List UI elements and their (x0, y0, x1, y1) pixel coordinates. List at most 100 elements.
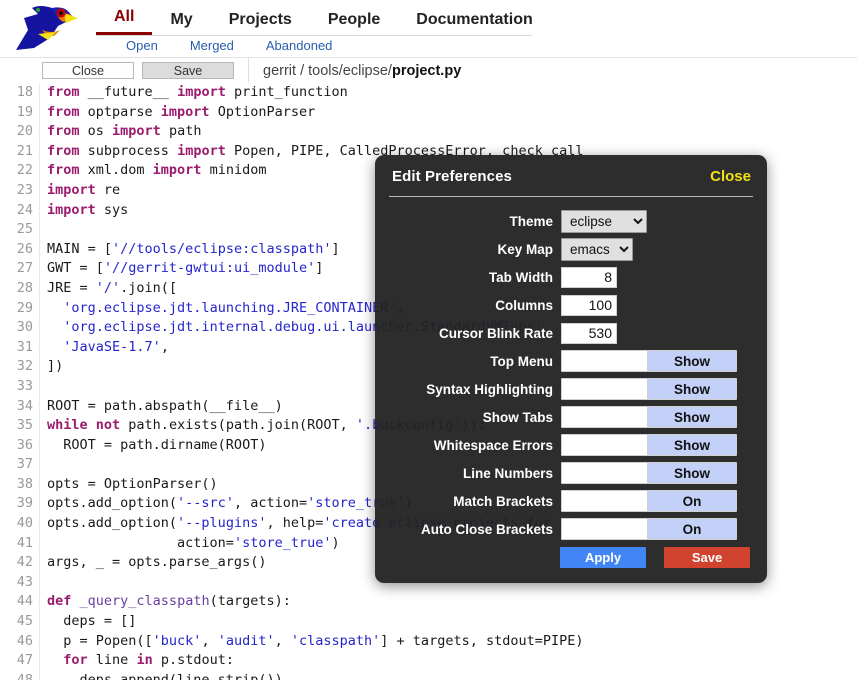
line-number: 21 (0, 141, 40, 162)
code-line: 48 deps.append(line.strip()) (0, 670, 857, 680)
line-source[interactable]: from os import path (40, 122, 857, 142)
line-source[interactable]: from __future__ import print_function (40, 83, 857, 103)
line-number: 39 (0, 494, 40, 515)
code-token: , help= (266, 515, 324, 532)
code-token: in (136, 652, 153, 669)
toggle-off-half[interactable] (562, 519, 647, 539)
apply-button[interactable]: Apply (560, 547, 646, 568)
toggle-on-half[interactable]: Show (647, 351, 736, 371)
toggle-on-half[interactable]: Show (647, 379, 736, 399)
code-token: import (177, 84, 226, 100)
nav-tab-projects[interactable]: Projects (211, 11, 310, 35)
line-source[interactable]: from optparse import OptionParser (40, 103, 857, 123)
code-token: optparse (79, 103, 161, 120)
dialog-close-link[interactable]: Close (710, 168, 751, 185)
pref-toggle-syntax-highlighting[interactable]: Show (561, 378, 737, 400)
subnav-item-merged[interactable]: Merged (174, 38, 250, 53)
save-button[interactable]: Save (142, 62, 234, 79)
line-number: 24 (0, 200, 40, 221)
toggle-off-half[interactable] (562, 379, 647, 399)
pref-select-theme[interactable]: eclipse (561, 209, 647, 233)
code-token: GWT = [ (47, 260, 104, 277)
toggle-off-half[interactable] (562, 435, 647, 455)
line-source[interactable]: for line in p.stdout: (40, 651, 857, 671)
nav-tab-people[interactable]: People (310, 11, 398, 35)
pref-input-tab-width[interactable] (561, 266, 617, 288)
toggle-on-half[interactable]: Show (647, 407, 736, 427)
toggle-off-half[interactable] (562, 407, 647, 427)
code-token: action= (47, 534, 234, 551)
breadcrumb-path[interactable]: tools/eclipse/ (308, 63, 392, 79)
pref-toggle-show-tabs[interactable]: Show (561, 406, 737, 428)
line-source[interactable]: def _query_classpath(targets): (40, 592, 857, 612)
subnav-item-abandoned[interactable]: Abandoned (250, 38, 349, 53)
gerrit-code-editor-page: All My Projects People Documentation Ope… (0, 0, 857, 680)
code-token: '--src' (177, 495, 234, 512)
subnav-item-open[interactable]: Open (110, 38, 174, 53)
line-source[interactable]: deps.append(line.strip()) (40, 671, 857, 680)
nav-underline (96, 35, 532, 36)
pref-toggle-match-brackets[interactable]: On (561, 490, 737, 512)
line-number: 34 (0, 396, 40, 417)
code-token: _query_classpath (79, 593, 210, 610)
pref-toggle-line-numbers[interactable]: Show (561, 462, 737, 484)
code-token: 'buck' (152, 632, 202, 649)
nav-tab-documentation[interactable]: Documentation (398, 11, 550, 35)
line-number: 31 (0, 337, 40, 358)
line-number: 26 (0, 239, 40, 260)
code-token: opts = OptionParser() (47, 475, 218, 492)
line-number: 25 (0, 220, 40, 240)
line-number: 32 (0, 357, 40, 377)
code-token: 'JavaSE-1.7' (63, 338, 161, 355)
line-number: 23 (0, 180, 40, 201)
code-token: ]) (47, 358, 64, 375)
line-number: 22 (0, 161, 40, 181)
code-token: JRE = (47, 279, 96, 296)
toggle-on-half[interactable]: Show (647, 463, 736, 483)
gerrit-bird-logo[interactable] (8, 0, 78, 57)
line-source[interactable]: p = Popen(['buck', 'audit', 'classpath']… (40, 632, 857, 652)
toggle-off-half[interactable] (562, 463, 647, 483)
code-token: ) (331, 534, 340, 551)
pref-toggle-whitespace-errors[interactable]: Show (561, 434, 737, 456)
pref-input-columns[interactable] (561, 294, 617, 316)
code-token: .join([ (120, 279, 178, 296)
line-number: 27 (0, 259, 40, 279)
line-number: 33 (0, 376, 40, 397)
toggle-off-half[interactable] (562, 351, 647, 371)
pref-toggle-top-menu[interactable]: Show (561, 350, 737, 372)
pref-label-key-map: Key Map (497, 241, 553, 257)
pref-input-cursor-blink-rate[interactable] (561, 322, 617, 344)
toggle-on-half[interactable]: On (647, 491, 736, 511)
pref-label-line-numbers: Line Numbers (462, 465, 553, 481)
toggle-on-half[interactable]: On (647, 519, 736, 539)
code-token: for (63, 652, 88, 669)
close-button[interactable]: Close (42, 62, 134, 79)
site-header: All My Projects People Documentation Ope… (0, 0, 857, 57)
dialog-save-button[interactable]: Save (664, 547, 750, 568)
breadcrumb-project[interactable]: gerrit (263, 63, 296, 79)
pref-control-wrap: Show (561, 462, 737, 484)
pref-row-whitespace-errors: Whitespace Errors Show (375, 431, 767, 459)
nav-tab-all[interactable]: All (96, 8, 153, 35)
code-token: 'org.eclipse.jdt.launching.JRE_CONTAINER… (63, 299, 397, 316)
toggle-off-half[interactable] (562, 491, 647, 511)
pref-row-columns: Columns (375, 291, 767, 319)
pref-label-top-menu: Top Menu (490, 353, 553, 369)
line-number: 42 (0, 553, 40, 573)
pref-row-theme: Theme eclipse (375, 207, 767, 235)
pref-control-wrap: On (561, 518, 737, 540)
pref-control-wrap (561, 322, 617, 344)
pref-control-wrap: emacs (561, 237, 633, 261)
code-token: 'classpath' (290, 632, 381, 649)
line-number: 46 (0, 631, 40, 652)
nav-tab-my[interactable]: My (152, 11, 210, 35)
pref-toggle-auto-close-brackets[interactable]: On (561, 518, 737, 540)
pref-select-key-map[interactable]: emacs (561, 237, 633, 261)
toggle-on-half[interactable]: Show (647, 435, 736, 455)
code-token: import (177, 142, 226, 159)
pref-row-show-tabs: Show Tabs Show (375, 403, 767, 431)
line-source[interactable]: deps = [] (40, 612, 857, 632)
